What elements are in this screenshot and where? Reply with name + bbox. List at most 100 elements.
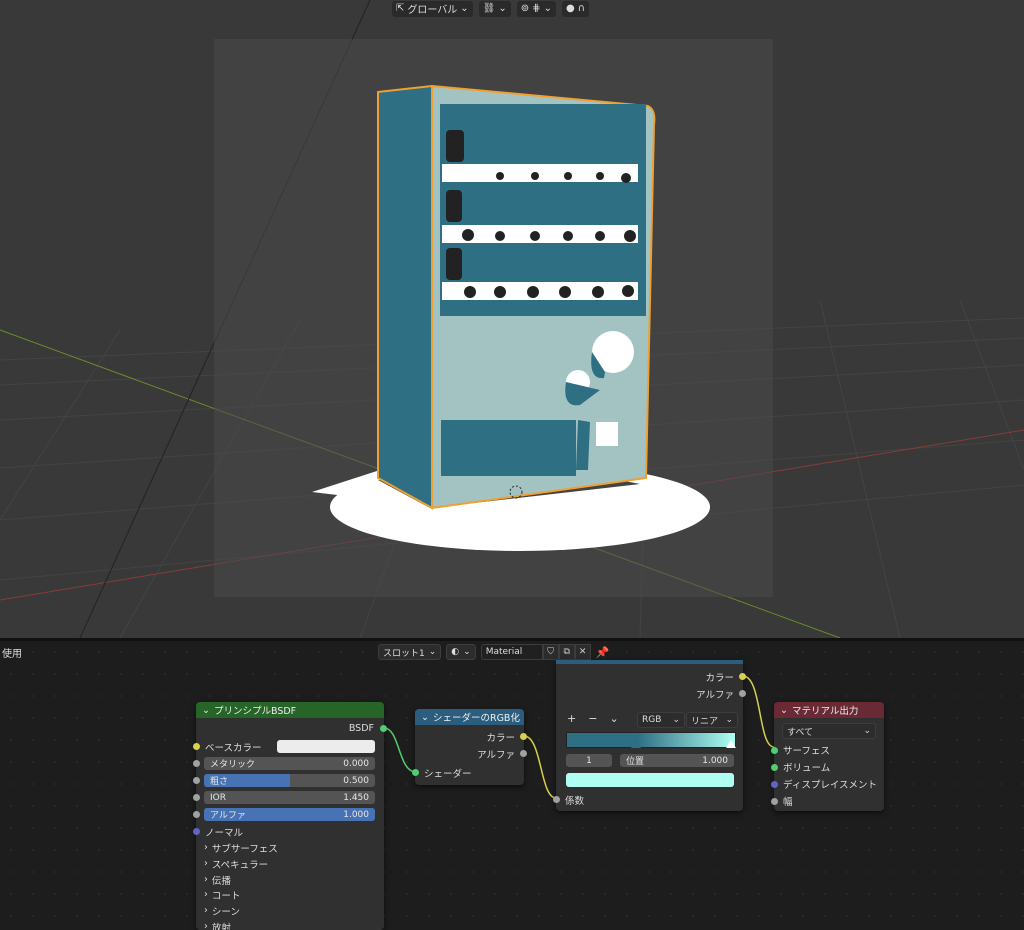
node-title: プリンシプルBSDF <box>213 706 297 717</box>
interpolation-dropdown[interactable]: リニア ⌄ <box>686 712 738 728</box>
bsdf-output-label: BSDF <box>348 723 374 734</box>
transform-orientation-label: グローバル <box>407 5 458 16</box>
thickness-label: 幅 <box>783 796 793 808</box>
alpha-field[interactable]: アルファ 1.000 <box>204 808 375 821</box>
panel-label: 放射 <box>211 922 231 930</box>
remove-stop-button[interactable]: − <box>588 712 597 725</box>
chevron-down-icon: ⌄ <box>863 726 871 736</box>
chevron-down-icon: ⌄ <box>725 715 733 725</box>
metallic-label: メタリック <box>210 760 256 770</box>
ramp-menu-chevron-icon[interactable]: ⌄ <box>609 712 618 725</box>
shader-to-rgb-node[interactable]: ⌄ シェーダーのRGB化 カラー アルファ シェーダー <box>412 709 527 785</box>
node-header[interactable]: ⌄ シェーダーのRGB化 <box>415 709 524 725</box>
chevron-right-icon: › <box>204 889 208 900</box>
panel-subsurface[interactable]: › サブサーフェス <box>204 841 278 855</box>
metallic-field[interactable]: メタリック 0.000 <box>204 757 375 770</box>
ior-label: IOR <box>210 792 226 803</box>
chevron-right-icon: › <box>204 874 208 885</box>
shader-input-socket[interactable] <box>412 769 419 776</box>
falloff-icon: ∩ <box>577 3 586 14</box>
interpolation-label: リニア <box>691 716 719 727</box>
color-output-socket[interactable] <box>739 673 746 680</box>
proportional-edit-toggle[interactable]: ● ∩ <box>561 0 590 17</box>
snap-toggle[interactable]: ⊚ ⋕ ⌄ <box>516 0 556 17</box>
surface-label: サーフェス <box>783 745 830 757</box>
roughness-socket[interactable] <box>193 777 200 784</box>
chevron-right-icon: › <box>204 905 208 916</box>
ior-socket[interactable] <box>193 794 200 801</box>
ior-field[interactable]: IOR 1.450 <box>204 791 375 804</box>
displacement-label: ディスプレイスメント <box>783 779 878 791</box>
alpha-output-socket[interactable] <box>739 690 746 697</box>
normal-socket[interactable] <box>193 828 200 835</box>
volume-input-socket[interactable] <box>771 764 778 771</box>
factor-input-socket[interactable] <box>553 796 560 803</box>
roughness-field[interactable]: 粗さ 0.500 <box>204 774 375 787</box>
panel-label: シーン <box>211 906 240 918</box>
factor-input-row: 係数 <box>565 793 585 807</box>
principled-bsdf-node[interactable]: ⌄ プリンシプルBSDF BSDF ベースカラー メタリック 0.000 粗さ … <box>193 702 387 930</box>
3d-viewport[interactable]: ⇱ グローバル ⌄ ⛓ ⌄ ⊚ ⋕ ⌄ ● ∩ <box>0 0 1024 638</box>
color-output-label: カラー <box>705 672 734 684</box>
chevron-down-icon: ⌄ <box>460 3 469 14</box>
node-header[interactable]: ⌄ プリンシプルBSDF <box>196 702 384 718</box>
chevron-down-icon: ⌄ <box>498 3 507 14</box>
color-output-socket[interactable] <box>520 733 527 740</box>
metallic-socket[interactable] <box>193 760 200 767</box>
stop-index-value: 1 <box>586 755 592 766</box>
roughness-value: 0.500 <box>343 775 369 786</box>
shader-node-editor[interactable]: 使用 スロット1 ⌄ ◐ ⌄ Material ⛉ ⧉ ✕ 📌 ⌄ プリンシプル… <box>0 641 1024 930</box>
alpha-output-row: アルファ <box>477 747 515 761</box>
node-header-strip[interactable] <box>556 660 743 664</box>
ior-value: 1.450 <box>343 792 369 803</box>
metallic-value: 0.000 <box>343 758 369 769</box>
panel-transmission[interactable]: › 伝播 <box>204 873 231 887</box>
surface-input-socket[interactable] <box>771 747 778 754</box>
color-ramp-node[interactable]: カラー アルファ + − ⌄ RGB ⌄ リニア ⌄ 1 位置 1.000 係数 <box>553 660 746 811</box>
thickness-input-socket[interactable] <box>771 798 778 805</box>
color-mode-dropdown[interactable]: RGB ⌄ <box>637 712 685 728</box>
alpha-output-label: アルファ <box>477 749 515 761</box>
normal-label: ノーマル <box>205 827 244 839</box>
snap-icon: ⊚ <box>520 3 530 14</box>
bsdf-output-socket[interactable] <box>380 725 387 732</box>
collapse-chevron-icon[interactable]: ⌄ <box>421 712 429 723</box>
panel-sheen[interactable]: › シーン <box>204 904 240 918</box>
ramp-toolbar: + − ⌄ <box>567 712 619 725</box>
active-stop-index-field[interactable]: 1 <box>566 754 612 767</box>
stop-color-swatch[interactable] <box>566 773 734 787</box>
proportional-edit-icon: ● <box>565 3 575 14</box>
panel-coat[interactable]: › コート <box>204 888 240 902</box>
collapse-chevron-icon[interactable]: ⌄ <box>202 705 210 716</box>
material-output-node[interactable]: ⌄ マテリアル出力 すべて ⌄ サーフェス ボリューム ディスプレイスメント 幅 <box>771 702 884 811</box>
displacement-input-socket[interactable] <box>771 781 778 788</box>
panel-label: サブサーフェス <box>211 843 278 855</box>
base-color-swatch[interactable] <box>277 740 375 753</box>
collapse-chevron-icon[interactable]: ⌄ <box>780 705 788 716</box>
node-title: シェーダーのRGB化 <box>432 713 520 724</box>
node-header[interactable]: ⌄ マテリアル出力 <box>774 702 884 718</box>
base-color-label: ベースカラー <box>205 742 262 754</box>
color-ramp-bar[interactable] <box>566 732 736 748</box>
ramp-stop-1-handle[interactable] <box>726 740 736 748</box>
chevron-right-icon: › <box>204 842 208 853</box>
base-color-socket[interactable] <box>193 743 200 750</box>
transform-orientation-dropdown[interactable]: ⇱ グローバル ⌄ <box>392 0 473 17</box>
panel-emission[interactable]: › 放射 <box>204 920 231 930</box>
add-stop-button[interactable]: + <box>567 712 576 725</box>
alpha-socket[interactable] <box>193 811 200 818</box>
pivot-point-dropdown[interactable]: ⛓ ⌄ <box>478 0 511 17</box>
output-target-dropdown[interactable]: すべて ⌄ <box>782 723 876 739</box>
ramp-stop-0-handle[interactable] <box>631 740 641 748</box>
panel-specular[interactable]: › スペキュラー <box>204 857 269 871</box>
bsdf-output-row: BSDF <box>349 722 374 735</box>
alpha-output-row: アルファ <box>696 687 734 701</box>
factor-input-label: 係数 <box>565 795 585 807</box>
normal-row: ノーマル <box>205 825 244 839</box>
node-title: マテリアル出力 <box>791 706 859 717</box>
panel-label: スペキュラー <box>211 859 269 871</box>
alpha-output-socket[interactable] <box>520 750 527 757</box>
color-output-row: カラー <box>486 730 515 744</box>
stop-position-field[interactable]: 位置 1.000 <box>620 754 734 767</box>
alpha-value: 1.000 <box>343 809 369 820</box>
